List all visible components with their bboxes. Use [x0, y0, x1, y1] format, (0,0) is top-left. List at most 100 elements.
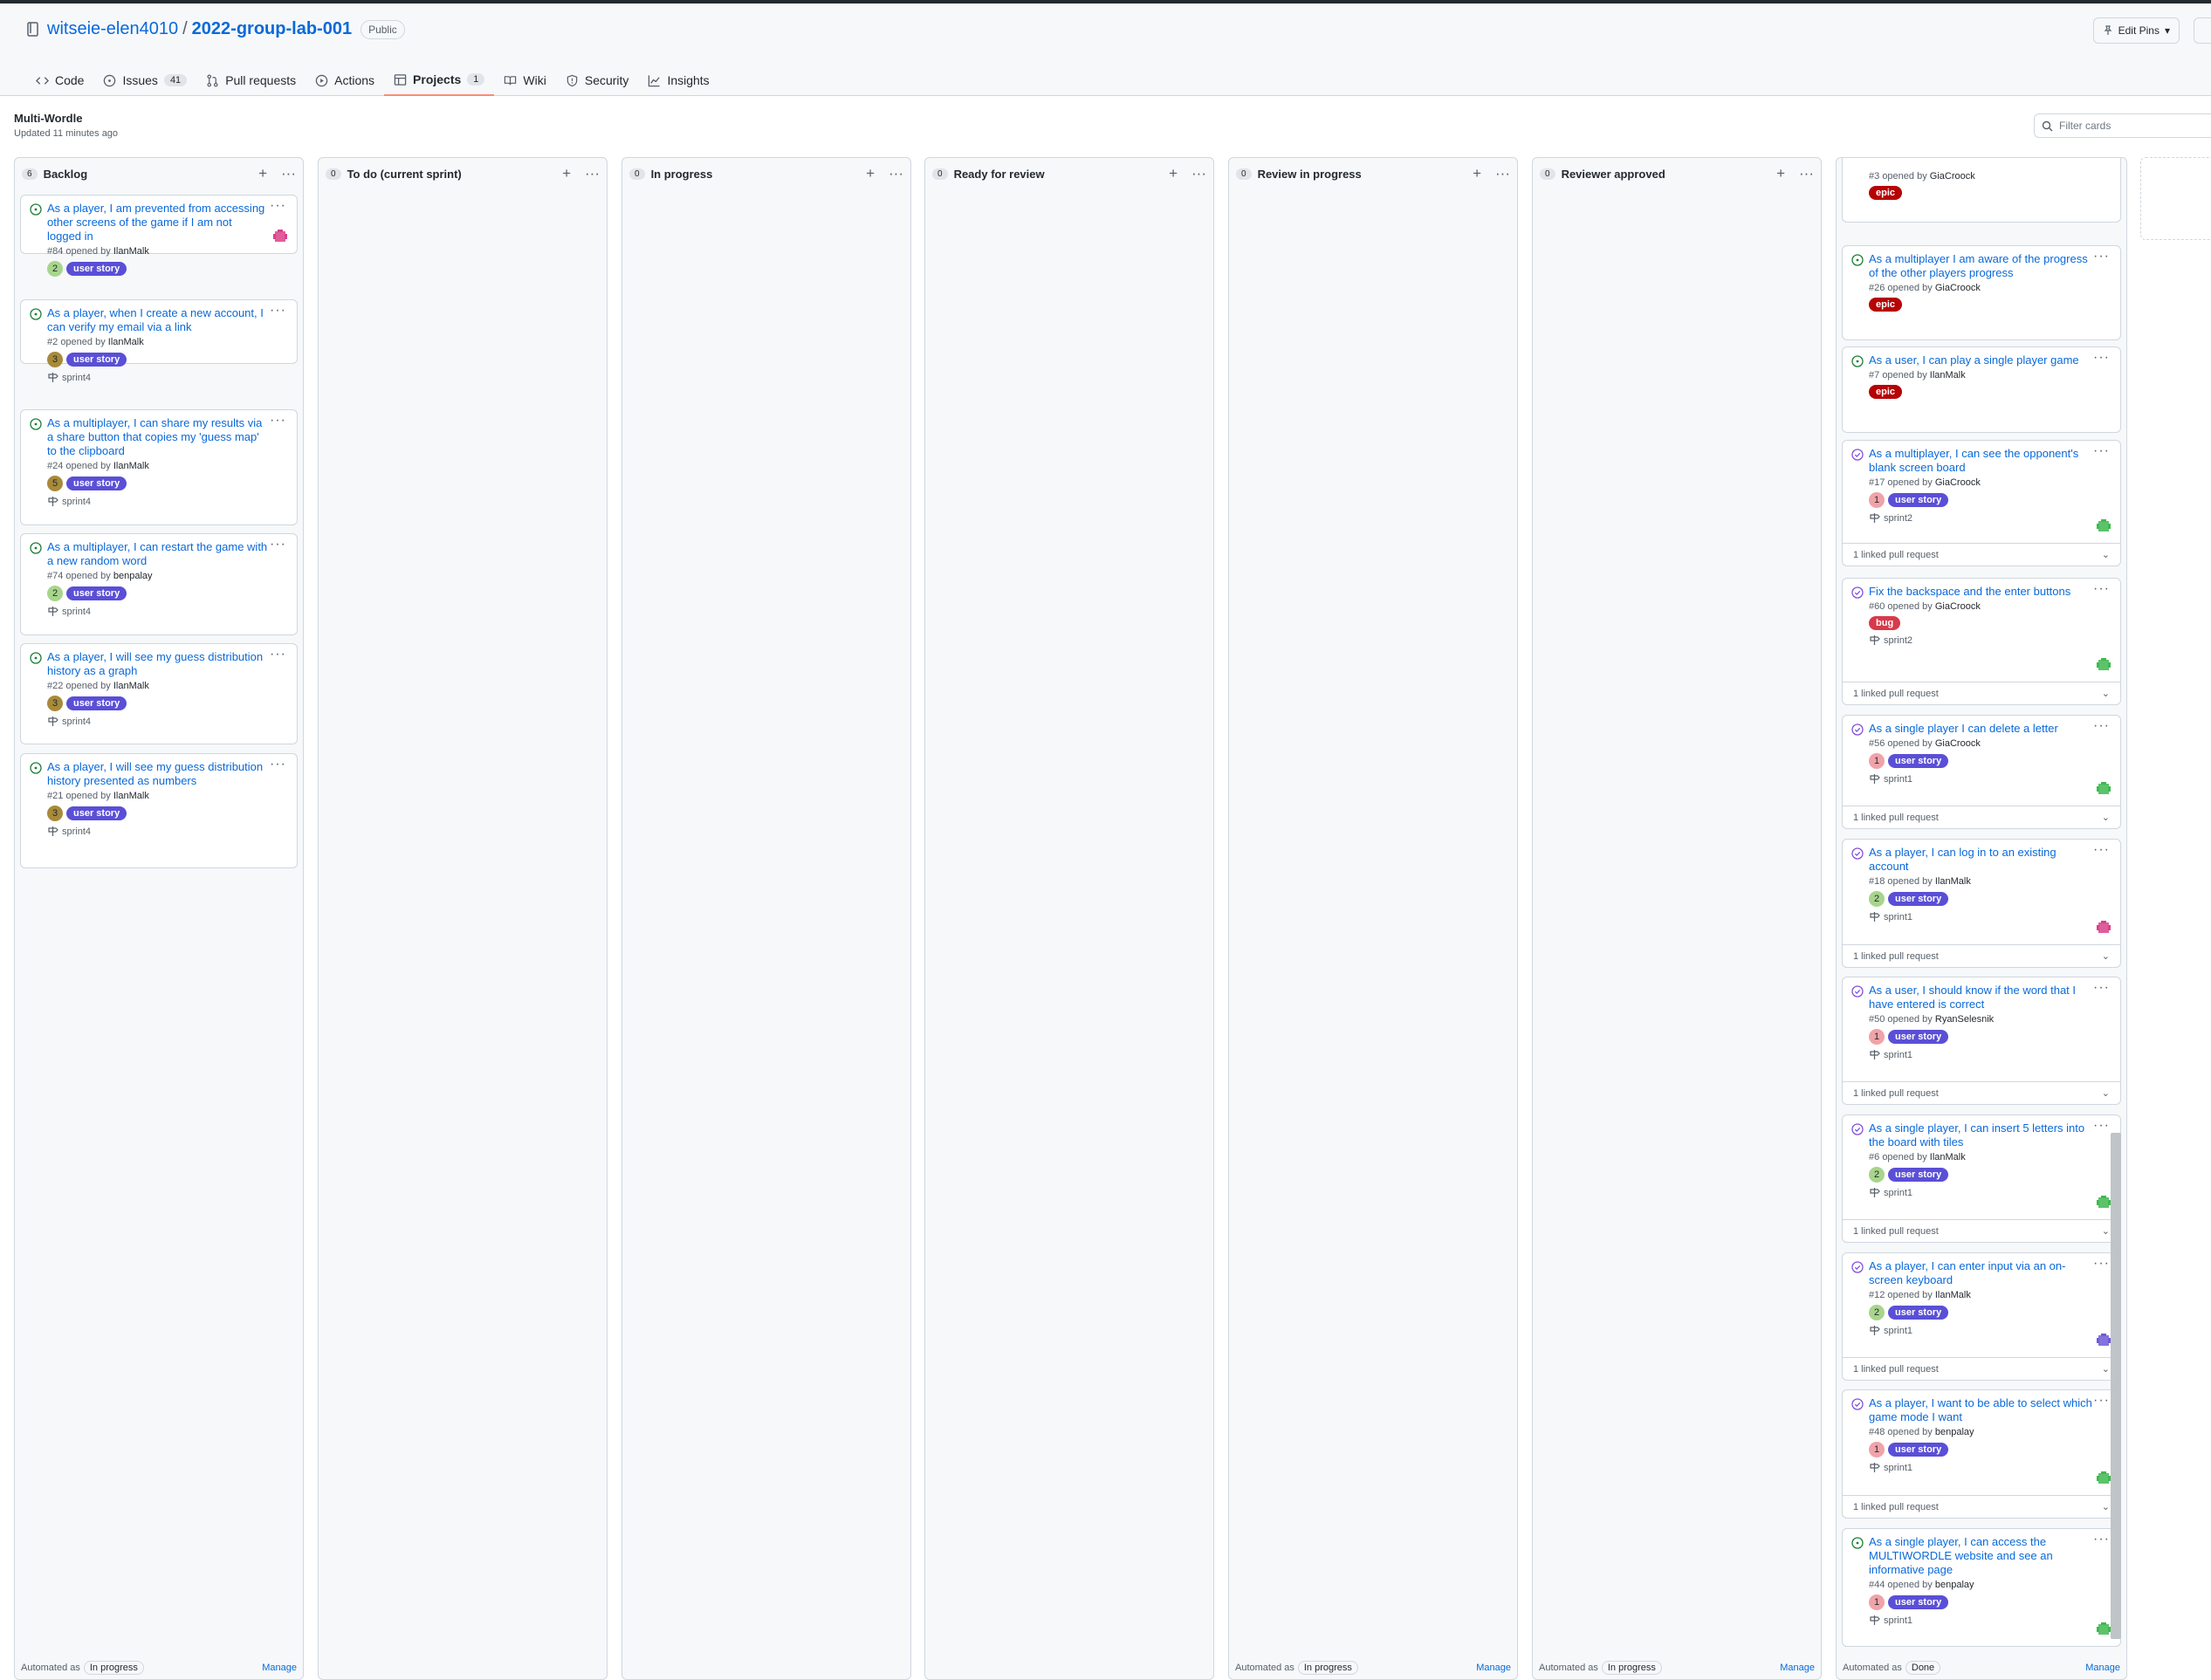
card-menu-icon[interactable]: ···	[2093, 1393, 2110, 1409]
author-link[interactable]: RyanSelesnik	[1935, 1014, 1994, 1025]
add-card-icon[interactable]: +	[1473, 165, 1481, 182]
column-menu-icon[interactable]: ···	[585, 165, 600, 182]
tab-wiki[interactable]: Wiki	[494, 65, 555, 96]
issue-card[interactable]: As a single player, I can insert 5 lette…	[1842, 1114, 2121, 1243]
assignee-avatar[interactable]	[2096, 781, 2111, 797]
issue-card[interactable]: As a player, I will see my guess distrib…	[20, 643, 298, 744]
issue-card[interactable]: As a single player, I can access the MUL…	[1842, 1528, 2121, 1647]
card-title-link[interactable]: As a multiplayer, I can restart the game…	[47, 540, 292, 568]
label-user-story[interactable]: user story	[1888, 1168, 1949, 1182]
assignee-avatar[interactable]	[2096, 920, 2111, 936]
milestone[interactable]: sprint1	[1869, 773, 2115, 785]
milestone[interactable]: sprint4	[47, 826, 292, 837]
label-epic[interactable]: epic	[1869, 298, 1903, 312]
issue-card[interactable]: As a user, I should know if the word tha…	[1842, 977, 2121, 1105]
issue-card[interactable]: As a single player I can delete a letter…	[1842, 715, 2121, 829]
card-title-link[interactable]: As a user, I can play a single player ga…	[1869, 353, 2115, 367]
assignee-avatar[interactable]	[2096, 1195, 2111, 1210]
label-user-story[interactable]: user story	[1888, 892, 1949, 906]
manage-automation-link[interactable]: Manage	[1780, 1663, 1815, 1673]
author-link[interactable]: IlanMalk	[1930, 370, 1966, 381]
card-menu-icon[interactable]: ···	[270, 198, 286, 214]
manage-automation-link[interactable]: Manage	[2085, 1663, 2120, 1673]
manage-automation-link[interactable]: Manage	[262, 1663, 297, 1673]
assignee-avatar[interactable]	[2096, 518, 2111, 534]
author-link[interactable]: IlanMalk	[113, 246, 149, 257]
linked-pull-request-toggle[interactable]: 1 linked pull request ⌄	[1843, 1081, 2120, 1104]
card-menu-icon[interactable]: ···	[2093, 842, 2110, 858]
issue-card[interactable]: As a player, I can enter input via an on…	[1842, 1252, 2121, 1381]
milestone[interactable]: sprint1	[1869, 1462, 2115, 1473]
label-user-story[interactable]: user story	[66, 262, 127, 276]
edit-pins-button[interactable]: Edit Pins ▾	[2092, 17, 2180, 44]
issue-card[interactable]: #3 opened by GiaCroock epic	[1842, 158, 2121, 223]
card-menu-icon[interactable]: ···	[2093, 980, 2110, 996]
author-link[interactable]: IlanMalk	[113, 791, 149, 801]
card-menu-icon[interactable]: ···	[270, 303, 286, 319]
milestone[interactable]: sprint1	[1869, 911, 2115, 922]
assignee-avatar[interactable]	[2096, 657, 2111, 673]
linked-pull-request-toggle[interactable]: 1 linked pull request ⌄	[1843, 682, 2120, 704]
author-link[interactable]: GiaCroock	[1930, 171, 1975, 182]
label-epic[interactable]: epic	[1869, 186, 1903, 200]
label-bug[interactable]: bug	[1869, 616, 1901, 630]
add-card-icon[interactable]: +	[1169, 165, 1178, 182]
tab-pull-requests[interactable]: Pull requests	[196, 65, 306, 96]
tab-issues[interactable]: Issues 41	[93, 65, 196, 96]
author-link[interactable]: IlanMalk	[1930, 1152, 1966, 1162]
author-link[interactable]: IlanMalk	[1935, 876, 1971, 887]
tab-actions[interactable]: Actions	[306, 65, 384, 96]
card-menu-icon[interactable]: ···	[2093, 350, 2110, 366]
author-link[interactable]: benpalay	[1935, 1580, 1974, 1590]
author-link[interactable]: IlanMalk	[113, 681, 149, 691]
card-title-link[interactable]: As a multiplayer, I can see the opponent…	[1869, 447, 2115, 475]
card-title-link[interactable]: As a multiplayer I am aware of the progr…	[1869, 252, 2115, 280]
milestone[interactable]: sprint2	[1869, 512, 2115, 524]
linked-pull-request-toggle[interactable]: 1 linked pull request ⌄	[1843, 1495, 2120, 1518]
label-user-story[interactable]: user story	[66, 696, 127, 710]
card-title-link[interactable]: As a multiplayer, I can share my results…	[47, 416, 292, 458]
column-menu-icon[interactable]: ···	[889, 165, 903, 182]
label-user-story[interactable]: user story	[1888, 754, 1949, 768]
author-link[interactable]: GiaCroock	[1935, 738, 1981, 749]
author-link[interactable]: GiaCroock	[1935, 283, 1981, 293]
milestone[interactable]: sprint1	[1869, 1325, 2115, 1336]
author-link[interactable]: IlanMalk	[108, 337, 144, 347]
repo-name-link[interactable]: 2022-group-lab-001	[192, 19, 352, 39]
done-scrollbar-thumb[interactable]	[2111, 1133, 2121, 1639]
assignee-avatar[interactable]	[2096, 1471, 2111, 1486]
card-menu-icon[interactable]: ···	[2093, 249, 2110, 264]
author-link[interactable]: benpalay	[113, 571, 153, 581]
manage-automation-link[interactable]: Manage	[1476, 1663, 1511, 1673]
card-menu-icon[interactable]: ···	[270, 647, 286, 662]
issue-card[interactable]: As a multiplayer, I can see the opponent…	[1842, 440, 2121, 566]
assignee-avatar[interactable]	[2096, 1333, 2111, 1348]
label-epic[interactable]: epic	[1869, 385, 1903, 399]
card-title-link[interactable]: As a player, I can log in to an existing…	[1869, 846, 2115, 874]
linked-pull-request-toggle[interactable]: 1 linked pull request ⌄	[1843, 543, 2120, 566]
tab-security[interactable]: Security	[556, 65, 639, 96]
card-menu-icon[interactable]: ···	[2093, 1532, 2110, 1547]
author-link[interactable]: IlanMalk	[1935, 1290, 1971, 1300]
card-title-link[interactable]: As a single player I can delete a letter	[1869, 722, 2115, 736]
issue-card[interactable]: As a player, I want to be able to select…	[1842, 1389, 2121, 1519]
issue-card[interactable]: Fix the backspace and the enter buttons ·…	[1842, 578, 2121, 705]
label-user-story[interactable]: user story	[1888, 1030, 1949, 1044]
author-link[interactable]: IlanMalk	[113, 461, 149, 471]
issue-card[interactable]: As a player, I can log in to an existing…	[1842, 839, 2121, 968]
card-menu-icon[interactable]: ···	[2093, 1256, 2110, 1272]
label-user-story[interactable]: user story	[1888, 1306, 1949, 1320]
card-title-link[interactable]: As a player, when I create a new account…	[47, 306, 292, 334]
column-menu-icon[interactable]: ···	[1495, 165, 1510, 182]
add-card-icon[interactable]: +	[562, 165, 571, 182]
tab-insights[interactable]: Insights	[638, 65, 718, 96]
label-user-story[interactable]: user story	[66, 353, 127, 367]
milestone[interactable]: sprint4	[47, 606, 292, 617]
milestone[interactable]: sprint4	[47, 372, 292, 383]
author-link[interactable]: GiaCroock	[1935, 477, 1981, 488]
add-card-icon[interactable]: +	[258, 165, 267, 182]
card-menu-icon[interactable]: ···	[2093, 443, 2110, 459]
author-link[interactable]: GiaCroock	[1935, 601, 1981, 612]
card-title-link[interactable]: As a single player, I can access the MUL…	[1869, 1535, 2115, 1577]
card-menu-icon[interactable]: ···	[2093, 1118, 2110, 1134]
